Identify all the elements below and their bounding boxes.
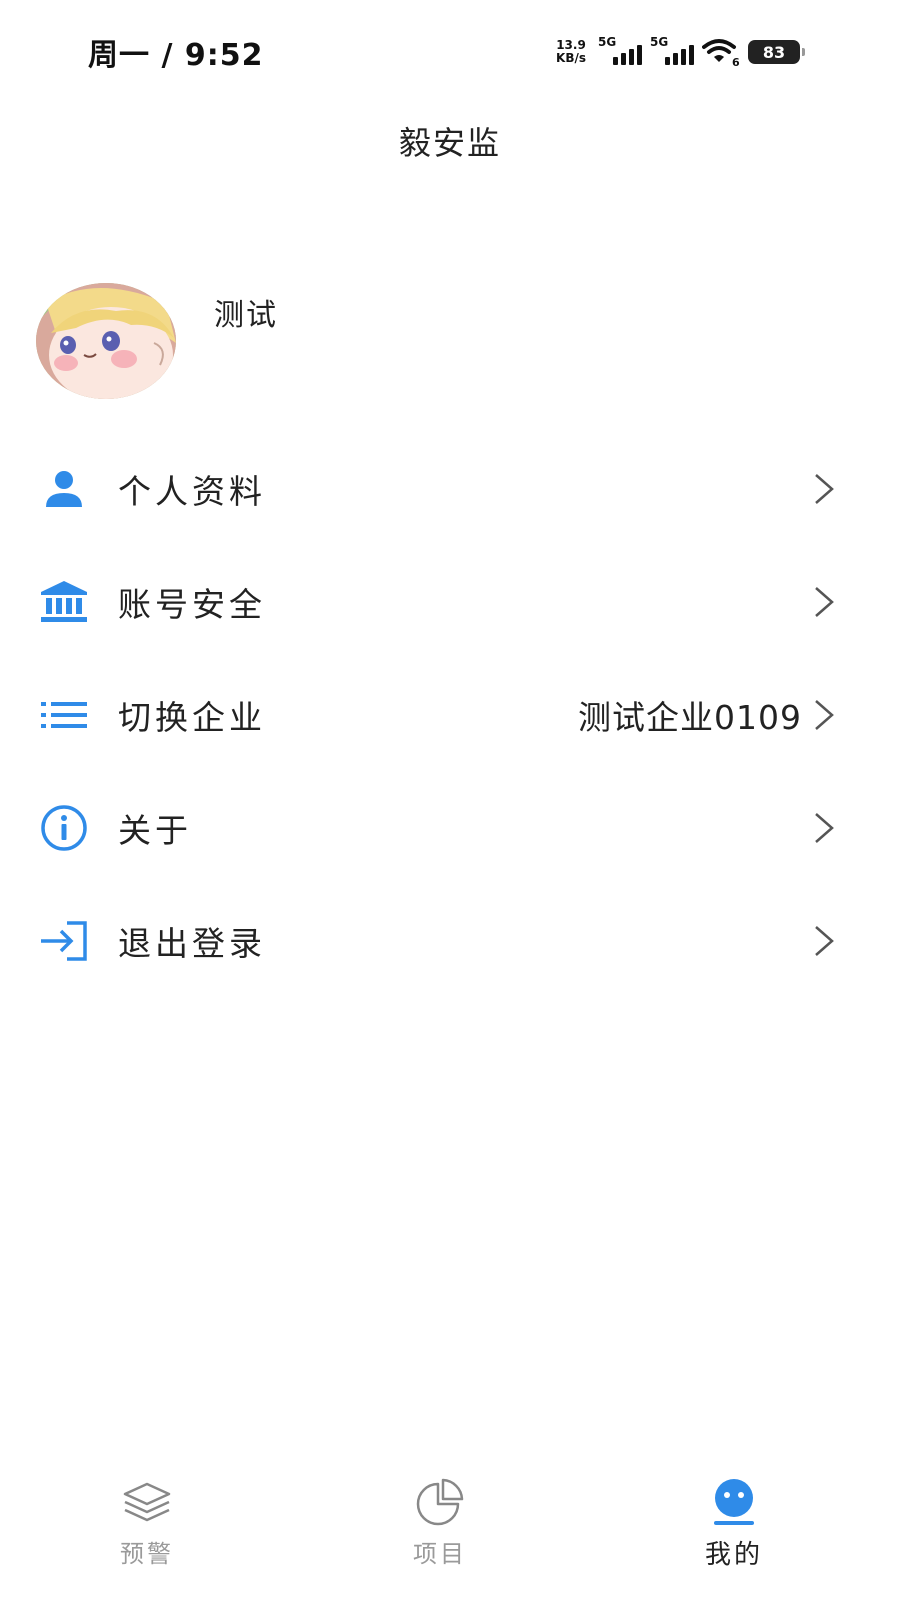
bottom-tab-bar: 预警 项目 我的	[0, 1462, 900, 1600]
menu-item-logout[interactable]: 退出登录	[0, 884, 900, 997]
menu-item-label: 切换企业	[118, 697, 266, 737]
tab-mine[interactable]: 我的	[634, 1462, 834, 1582]
layers-icon	[123, 1482, 171, 1522]
page-title: 毅安监	[398, 124, 501, 162]
pie-chart-icon	[416, 1478, 464, 1526]
bank-icon	[38, 576, 90, 628]
cartoon-avatar-icon	[36, 283, 176, 399]
logout-icon	[38, 915, 90, 967]
menu-item-label: 退出登录	[118, 923, 266, 963]
menu-item-label: 账号安全	[118, 584, 266, 624]
menu-item-profile[interactable]: 个人资料	[0, 432, 900, 545]
battery-icon: 83	[748, 40, 805, 64]
chevron-right-icon	[815, 812, 834, 843]
menu-item-about[interactable]: 关于	[0, 771, 900, 884]
chevron-right-icon	[815, 699, 834, 730]
settings-menu: 个人资料 账号安全 切换企业 测试企业0109 关于 退出登录	[0, 432, 900, 997]
network-speed: 13.9 KB/s	[556, 39, 586, 65]
current-company-value: 测试企业0109	[578, 697, 802, 737]
network-speed-unit: KB/s	[556, 51, 586, 65]
signal-sim2-icon: 5G	[650, 35, 694, 67]
profile-face-icon	[714, 1479, 754, 1525]
status-time: 周一 / 9:52	[88, 38, 264, 73]
wifi-icon: 6	[702, 39, 740, 67]
info-icon	[38, 802, 90, 854]
chevron-right-icon	[815, 586, 834, 617]
tab-warning[interactable]: 预警	[47, 1462, 247, 1582]
username: 测试	[214, 298, 278, 333]
chevron-right-icon	[815, 925, 834, 956]
wifi-badge: 6	[732, 56, 740, 67]
profile-screen: 周一 / 9:52 13.9 KB/s 5G 5G 6 83 毅安监 测试 个人…	[0, 0, 900, 1600]
list-icon	[38, 689, 90, 741]
tab-label: 我的	[704, 1540, 763, 1570]
status-bar: 周一 / 9:52 13.9 KB/s 5G 5G 6 83	[0, 0, 900, 100]
chevron-right-icon	[815, 473, 834, 504]
menu-item-account-security[interactable]: 账号安全	[0, 545, 900, 658]
menu-item-switch-company[interactable]: 切换企业 测试企业0109	[0, 658, 900, 771]
tab-label: 项目	[413, 1540, 467, 1568]
avatar[interactable]	[36, 283, 176, 399]
status-indicators: 13.9 KB/s 5G 5G 6 83	[556, 34, 805, 70]
signal-sim1-icon: 5G	[598, 35, 642, 67]
battery-level: 83	[762, 42, 786, 62]
menu-item-label: 个人资料	[118, 471, 266, 511]
tab-projects[interactable]: 项目	[340, 1462, 540, 1582]
tab-label: 预警	[120, 1540, 174, 1568]
menu-item-label: 关于	[118, 810, 192, 850]
person-icon	[38, 463, 90, 515]
